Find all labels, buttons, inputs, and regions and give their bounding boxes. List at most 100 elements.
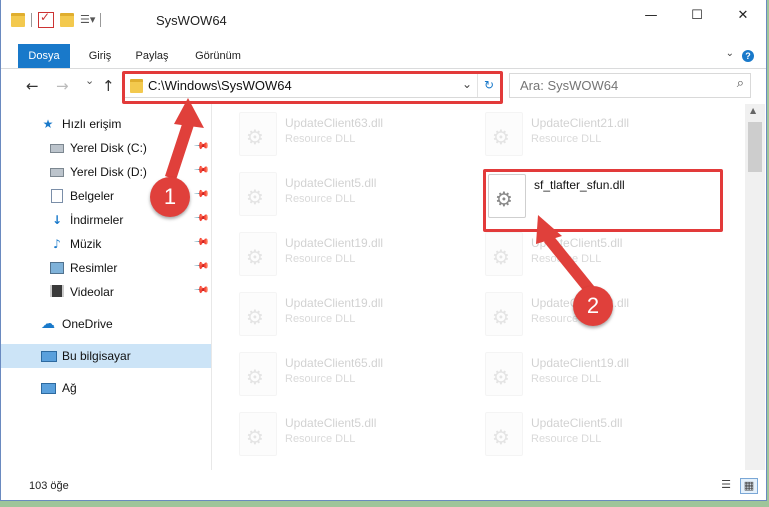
file-item[interactable]: ⚙ UpdateClient19.dll Resource DLL xyxy=(239,232,469,280)
search-box[interactable]: ⌕ xyxy=(509,73,751,98)
file-item[interactable]: ⚙ UpdateClient19.dll Resource DLL xyxy=(239,292,469,340)
pin-icon[interactable]: 📌 xyxy=(192,258,209,275)
properties-icon[interactable] xyxy=(38,10,54,28)
file-type: Resource DLL xyxy=(531,253,602,265)
sidebar-item-label: İndirmeler xyxy=(70,213,124,227)
pin-icon[interactable]: 📌 xyxy=(192,162,209,179)
sidebar-item-label: Müzik xyxy=(70,237,102,251)
sidebar-item-quick-access[interactable]: ★ Hızlı erişim xyxy=(1,112,211,136)
file-name: UpdateClient21.dll xyxy=(531,116,630,130)
scrollbar-thumb[interactable] xyxy=(748,122,762,172)
gear-icon: ⚙ xyxy=(492,245,510,269)
close-button[interactable]: ✕ xyxy=(720,0,766,30)
star-icon: ★ xyxy=(42,117,54,131)
file-name: UpdateClient5.dll xyxy=(531,416,623,430)
file-item[interactable]: ⚙ UpdateClient5.dll Resource DLL xyxy=(485,232,715,280)
minimize-button[interactable]: — xyxy=(628,0,674,30)
gear-icon: ⚙ xyxy=(246,365,264,389)
address-highlight-box xyxy=(122,71,503,104)
file-type: Resource DLL xyxy=(285,193,356,205)
gear-icon: ⚙ xyxy=(246,125,264,149)
documents-icon xyxy=(50,189,64,203)
file-item[interactable]: ⚙ UpdateClient5.dll Resource DLL xyxy=(239,412,469,460)
dll-file-icon: ⚙ xyxy=(239,352,277,396)
pin-icon[interactable]: 📌 xyxy=(192,138,209,155)
sidebar-item-pictures[interactable]: Resimler 📌 xyxy=(1,256,211,280)
scroll-up-icon[interactable]: ▲ xyxy=(750,106,756,115)
file-name: UpdateClient19.dll xyxy=(285,236,384,250)
gear-icon: ⚙ xyxy=(246,305,264,329)
sidebar-item-onedrive[interactable]: ☁ OneDrive xyxy=(1,312,211,336)
dll-file-icon: ⚙ xyxy=(485,412,523,456)
large-icons-view-icon[interactable]: ▦ xyxy=(740,478,758,494)
file-name: UpdateClient5.dll xyxy=(531,236,623,250)
navigation-pane: ★ Hızlı erişim Yerel Disk (C:) 📌 Yerel D… xyxy=(1,104,212,470)
search-input[interactable] xyxy=(518,77,722,94)
sidebar-item-local-disk-c[interactable]: Yerel Disk (C:) 📌 xyxy=(1,136,211,160)
videos-icon xyxy=(50,285,64,299)
sidebar-item-label: Yerel Disk (D:) xyxy=(70,165,147,179)
download-icon: ↓ xyxy=(51,213,63,227)
title-bar: ☰▾ SysWOW64 — ☐ ✕ xyxy=(1,0,766,44)
sidebar-item-this-pc[interactable]: Bu bilgisayar xyxy=(1,344,211,368)
file-type: Resource DLL xyxy=(285,133,356,145)
window-title: SysWOW64 xyxy=(156,13,227,28)
sidebar-item-label: OneDrive xyxy=(62,317,113,331)
pin-icon[interactable]: 📌 xyxy=(192,210,209,227)
file-type: Resource DLL xyxy=(531,373,602,385)
file-item[interactable]: ⚙ UpdateClient19.dll Resource DLL xyxy=(485,352,715,400)
file-name: UpdateClient19.dll xyxy=(531,356,630,370)
sidebar-item-label: Videolar xyxy=(70,285,114,299)
file-item[interactable]: ⚙ UpdateClient5.dll Resource DLL xyxy=(485,412,715,460)
tab-file[interactable]: Dosya xyxy=(18,44,70,68)
dll-file-icon: ⚙ xyxy=(239,232,277,276)
status-bar: 103 öğe ☰ ▦ xyxy=(1,472,766,500)
recent-locations-icon[interactable]: ⌄ xyxy=(85,74,94,87)
file-item[interactable]: ⚙ UpdateClient63.dll Resource DLL xyxy=(239,112,469,160)
sidebar-item-label: Bu bilgisayar xyxy=(62,349,131,363)
maximize-button[interactable]: ☐ xyxy=(674,0,720,30)
quick-access-toolbar: ☰▾ xyxy=(11,10,101,28)
gear-icon: ⚙ xyxy=(246,185,264,209)
pin-icon[interactable]: 📌 xyxy=(192,282,209,299)
tab-view[interactable]: Görünüm xyxy=(187,44,249,68)
gear-icon: ⚙ xyxy=(492,125,510,149)
file-list: ⚙ UpdateClient63.dll Resource DLL ⚙ Upda… xyxy=(212,104,744,470)
new-folder-icon[interactable] xyxy=(60,13,74,27)
file-name: UpdateClient19.dll xyxy=(285,296,384,310)
dll-file-icon: ⚙ xyxy=(239,172,277,216)
file-type: Resource DLL xyxy=(531,133,602,145)
forward-arrow-icon[interactable]: → xyxy=(56,77,69,95)
dll-file-icon: ⚙ xyxy=(239,112,277,156)
vertical-scrollbar[interactable]: ▲ xyxy=(745,104,765,470)
search-icon: ⌕ xyxy=(736,76,744,91)
file-type: Resource DLL xyxy=(285,313,356,325)
file-type: Resource DLL xyxy=(285,253,356,265)
sidebar-item-label: Hızlı erişim xyxy=(62,117,122,131)
separator xyxy=(31,13,32,27)
tab-home[interactable]: Giriş xyxy=(81,44,119,68)
file-type: Resource DLL xyxy=(285,373,356,385)
file-highlight-box xyxy=(483,169,723,232)
pin-icon[interactable]: 📌 xyxy=(192,186,209,203)
pin-icon[interactable]: 📌 xyxy=(192,234,209,251)
file-item[interactable]: ⚙ UpdateClient5.dll Resource DLL xyxy=(239,172,469,220)
up-arrow-icon[interactable]: ↑ xyxy=(102,77,115,95)
sidebar-item-videos[interactable]: Videolar 📌 xyxy=(1,280,211,304)
customize-toolbar-icon[interactable]: ☰▾ xyxy=(80,13,95,27)
file-item[interactable]: ⚙ UpdateClient65.dll Resource DLL xyxy=(239,352,469,400)
step-1-badge: 1 xyxy=(150,177,190,217)
sidebar-item-network[interactable]: Ağ xyxy=(1,376,211,400)
file-name: UpdateClient5.dll xyxy=(285,176,377,190)
tab-share[interactable]: Paylaş xyxy=(129,44,175,68)
computer-icon xyxy=(41,349,57,363)
gear-icon: ⚙ xyxy=(246,245,264,269)
help-icon[interactable]: ? xyxy=(742,50,754,62)
back-arrow-icon[interactable]: ← xyxy=(26,77,39,95)
folder-icon[interactable] xyxy=(11,13,25,27)
sidebar-item-music[interactable]: ♪ Müzik 📌 xyxy=(1,232,211,256)
ribbon-tabs: Dosya Giriş Paylaş Görünüm ⌄ ? xyxy=(1,44,766,69)
chevron-down-icon[interactable]: ⌄ xyxy=(726,48,734,59)
file-item[interactable]: ⚙ UpdateClient21.dll Resource DLL xyxy=(485,112,715,160)
details-view-icon[interactable]: ☰ xyxy=(718,478,734,492)
